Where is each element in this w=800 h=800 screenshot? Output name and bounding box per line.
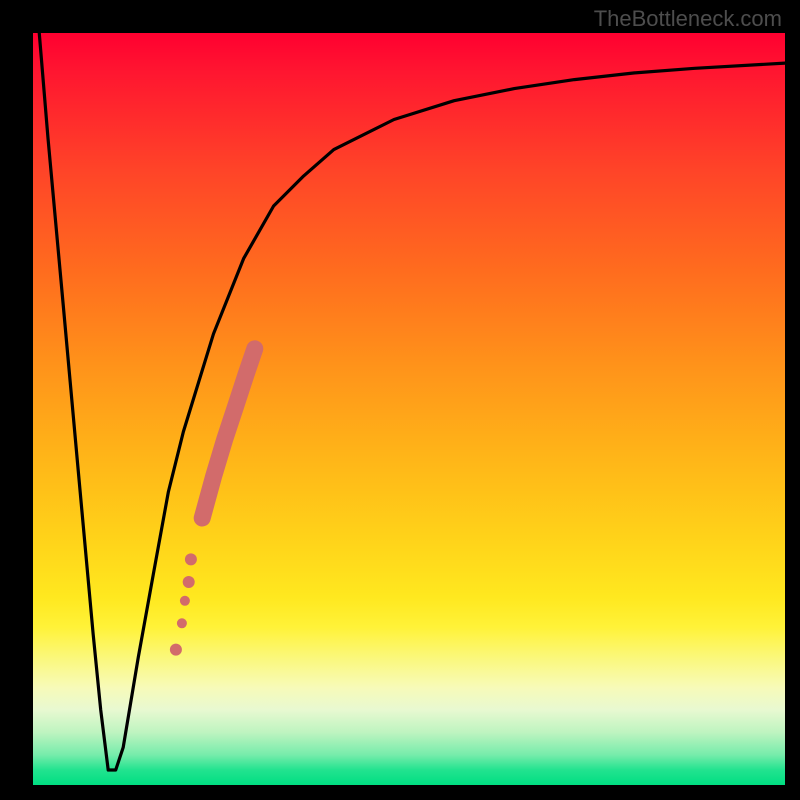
scatter-dot [183,576,195,588]
scatter-dot [185,553,197,565]
scatter-dot [180,596,190,606]
frame-left [0,0,33,800]
watermark-text: TheBottleneck.com [594,6,782,32]
scatter-dot [177,618,187,628]
scatter-dot [170,644,182,656]
frame-bottom [0,785,800,800]
curve-layer [33,33,785,770]
dot-blob [202,349,255,518]
main-curve [33,33,785,770]
frame-right [785,0,800,800]
chart-svg [33,33,785,785]
scatter-layer [170,349,255,656]
